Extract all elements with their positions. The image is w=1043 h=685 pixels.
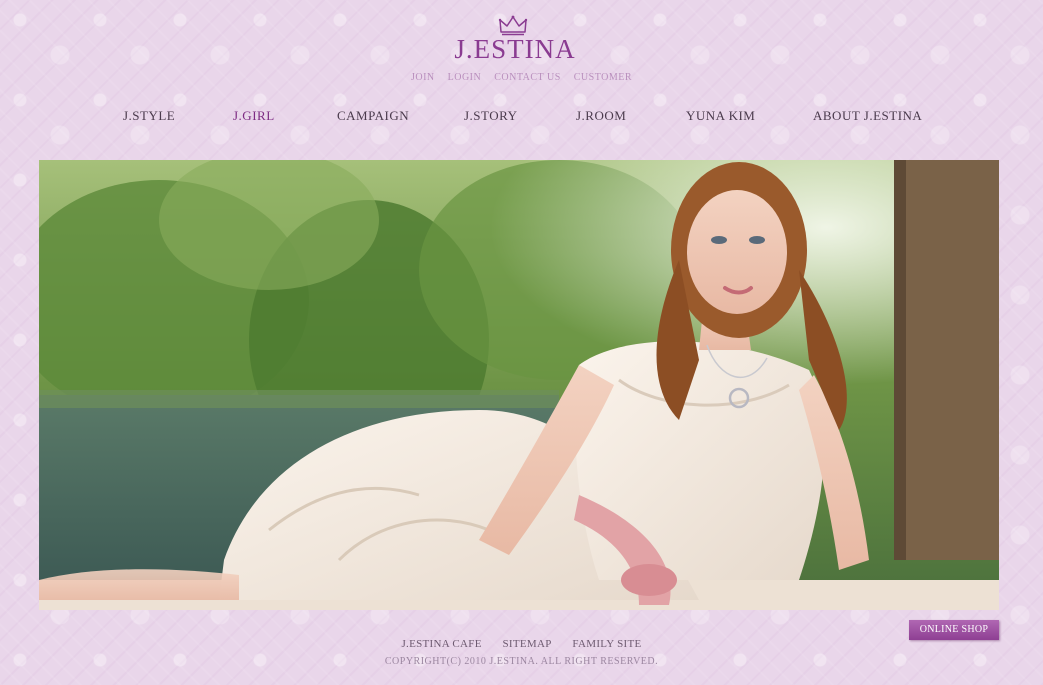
footer-link-sitemap[interactable]: SITEMAP	[503, 638, 552, 650]
main-nav: J.STYLE J.GIRL CAMPAIGN J.STORY J.ROOM Y…	[0, 108, 1043, 128]
hero-illustration	[39, 160, 999, 610]
nav-item-about[interactable]: ABOUT J.ESTINA	[813, 108, 922, 124]
nav-item-j-room[interactable]: J.ROOM	[576, 108, 626, 124]
util-link-join[interactable]: JOIN	[411, 72, 435, 83]
copyright: COPYRIGHT(C) 2010 J.ESTINA. ALL RIGHT RE…	[384, 656, 659, 667]
logo-text: J.ESTINA	[454, 34, 576, 64]
footer-link-cafe[interactable]: J.ESTINA CAFE	[401, 638, 481, 650]
online-shop-button[interactable]: ONLINE SHOP	[909, 620, 999, 640]
util-link-contact-us[interactable]: CONTACT US	[494, 72, 561, 83]
footer-links: J.ESTINA CAFE SITEMAP FAMILY SITE	[0, 638, 1043, 650]
util-link-customer[interactable]: CUSTOMER	[574, 72, 632, 83]
util-link-login[interactable]: LOGIN	[448, 72, 482, 83]
nav-item-j-story[interactable]: J.STORY	[464, 108, 517, 124]
hero-image	[39, 160, 999, 610]
brand-logo[interactable]: J.ESTINA	[440, 14, 590, 70]
nav-item-j-style[interactable]: J.STYLE	[123, 108, 175, 124]
nav-item-yuna-kim[interactable]: YUNA KIM	[686, 108, 755, 124]
site-header: J.ESTINA JOIN LOGIN CONTACT US CUSTOMER …	[0, 0, 1043, 160]
nav-item-campaign[interactable]: CAMPAIGN	[337, 108, 409, 124]
footer-link-family-site[interactable]: FAMILY SITE	[572, 638, 641, 650]
utility-nav: JOIN LOGIN CONTACT US CUSTOMER	[0, 72, 1043, 83]
crown-icon	[498, 15, 528, 36]
nav-item-j-girl[interactable]: J.GIRL	[233, 108, 275, 124]
